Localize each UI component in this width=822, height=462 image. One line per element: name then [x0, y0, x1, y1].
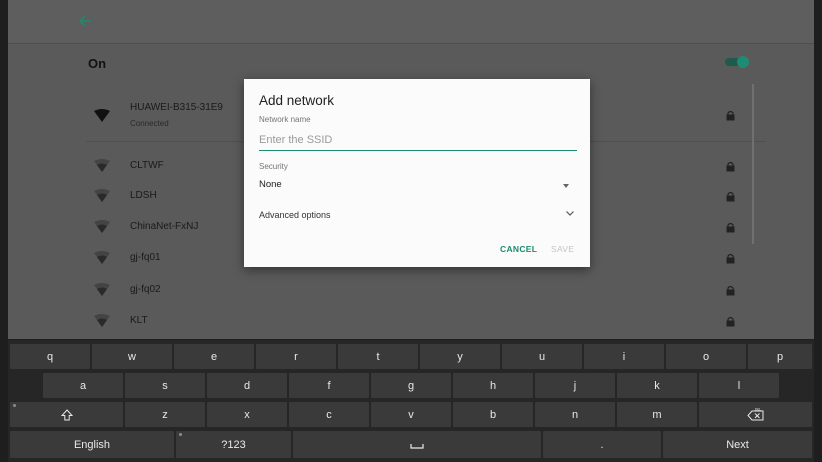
wifi-signal-icon [94, 314, 110, 327]
network-status: Connected [130, 119, 169, 128]
lock-icon [726, 316, 735, 327]
key-r[interactable]: r [256, 344, 336, 369]
key-b[interactable]: b [453, 402, 533, 427]
network-item[interactable]: KLT [8, 306, 814, 338]
key-t[interactable]: t [338, 344, 418, 369]
key-w[interactable]: w [92, 344, 172, 369]
key-e[interactable]: e [174, 344, 254, 369]
key-k[interactable]: k [617, 373, 697, 398]
key-v[interactable]: v [371, 402, 451, 427]
key-n[interactable]: n [535, 402, 615, 427]
symbols-key-label: ?123 [221, 438, 246, 451]
key-d[interactable]: d [207, 373, 287, 398]
lock-icon [726, 191, 735, 202]
wifi-signal-icon [94, 283, 110, 296]
delete-key[interactable]: DEL [699, 402, 812, 427]
network-name: ChinaNet-FxNJ [130, 221, 199, 232]
network-name-label: Network name [259, 115, 311, 124]
space-key[interactable] [293, 431, 541, 458]
add-network-dialog: Add network Network name Security None A… [244, 79, 590, 267]
key-hint-dot [179, 433, 182, 436]
dialog-title: Add network [259, 93, 335, 108]
back-button[interactable] [72, 8, 98, 34]
security-value: None [259, 179, 282, 190]
save-button[interactable]: SAVE [551, 244, 574, 254]
language-key[interactable]: English [10, 431, 174, 458]
key-f[interactable]: f [289, 373, 369, 398]
screen: On HUAWEI-B315-31E9 Connected CLTWF LDSH… [8, 0, 814, 462]
security-label: Security [259, 162, 288, 171]
cancel-button[interactable]: CANCEL [500, 244, 537, 254]
network-name: CLTWF [130, 160, 164, 171]
key-i[interactable]: i [584, 344, 664, 369]
network-name: gj-fq01 [130, 252, 161, 263]
wifi-switch[interactable] [725, 56, 751, 68]
key-z[interactable]: z [125, 402, 205, 427]
key-q[interactable]: q [10, 344, 90, 369]
network-name: HUAWEI-B315-31E9 [130, 102, 223, 113]
key-c[interactable]: c [289, 402, 369, 427]
key-s[interactable]: s [125, 373, 205, 398]
key-h[interactable]: h [453, 373, 533, 398]
wifi-signal-icon [94, 189, 110, 202]
delete-icon: DEL [746, 408, 763, 420]
dropdown-arrow-icon [563, 184, 569, 188]
wifi-signal-icon [94, 251, 110, 264]
wifi-signal-icon [94, 109, 110, 122]
list-scrollbar[interactable] [752, 84, 754, 244]
security-dropdown[interactable]: None [259, 177, 577, 195]
wifi-signal-icon [94, 220, 110, 233]
key-o[interactable]: o [666, 344, 746, 369]
key-y[interactable]: y [420, 344, 500, 369]
key-g[interactable]: g [371, 373, 451, 398]
symbols-key[interactable]: ?123 [176, 431, 291, 458]
key-x[interactable]: x [207, 402, 287, 427]
advanced-options-label: Advanced options [259, 210, 331, 220]
lock-icon [726, 110, 735, 121]
ssid-input[interactable] [259, 130, 577, 151]
wifi-signal-icon [94, 159, 110, 172]
network-name: KLT [130, 315, 148, 326]
advanced-options-toggle[interactable]: Advanced options [259, 205, 577, 223]
wifi-toggle-label: On [88, 56, 107, 71]
key-l[interactable]: l [699, 373, 779, 398]
period-key[interactable]: . [543, 431, 661, 458]
next-key[interactable]: Next [663, 431, 812, 458]
back-arrow-icon [78, 15, 91, 27]
lock-icon [726, 161, 735, 172]
svg-text:DEL: DEL [755, 408, 761, 412]
key-a[interactable]: a [43, 373, 123, 398]
switch-knob [737, 56, 749, 68]
key-u[interactable]: u [502, 344, 582, 369]
app-bar [8, 0, 814, 43]
chevron-down-icon [566, 211, 574, 216]
shift-key[interactable] [10, 402, 123, 427]
key-j[interactable]: j [535, 373, 615, 398]
lock-icon [726, 285, 735, 296]
lock-icon [726, 253, 735, 264]
network-item[interactable]: gj-fq02 [8, 275, 814, 307]
on-screen-keyboard: q w e r t y u i o p a s d f g h j k l z … [8, 340, 814, 462]
network-name: gj-fq02 [130, 284, 161, 295]
network-name: LDSH [130, 190, 157, 201]
wifi-toggle-row[interactable]: On [8, 43, 814, 82]
key-m[interactable]: m [617, 402, 697, 427]
space-icon [410, 443, 424, 449]
lock-icon [726, 222, 735, 233]
key-hint-dot [13, 404, 16, 407]
shift-icon [60, 408, 73, 420]
key-p[interactable]: p [748, 344, 812, 369]
